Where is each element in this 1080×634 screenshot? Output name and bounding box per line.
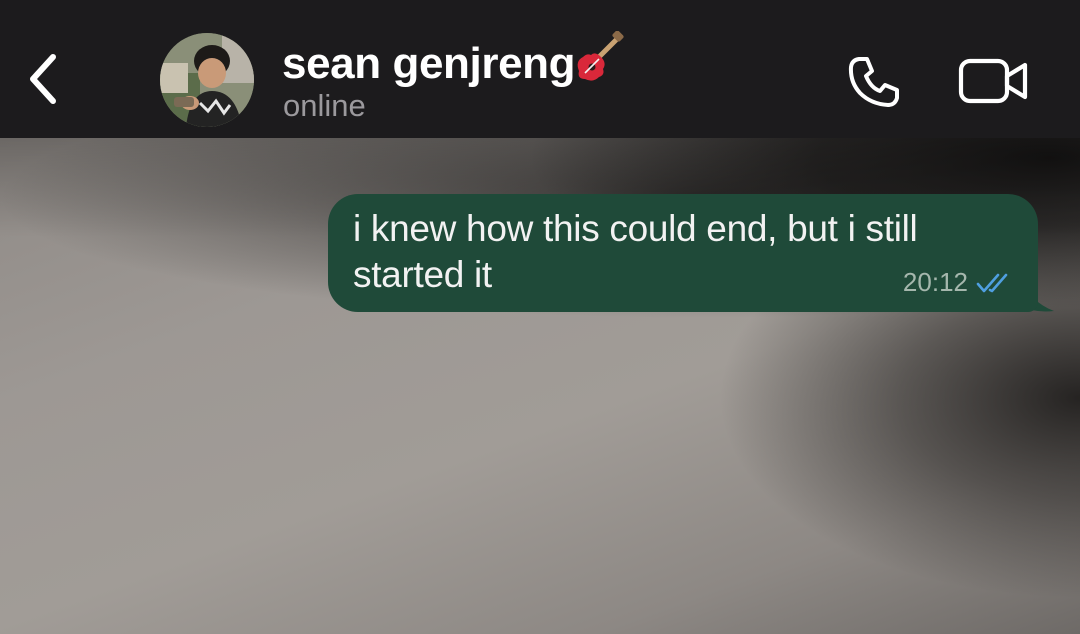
video-call-button[interactable] xyxy=(954,52,1034,110)
guitar-icon xyxy=(577,31,624,81)
back-button[interactable] xyxy=(18,44,68,114)
voice-call-button[interactable] xyxy=(842,50,906,114)
message-timestamp: 20:12 xyxy=(902,267,968,297)
avatar[interactable] xyxy=(160,33,254,127)
contact-name-row[interactable]: sean genjreng xyxy=(282,31,625,92)
video-camera-icon xyxy=(958,58,1028,104)
avatar-photo xyxy=(160,33,254,127)
outgoing-message-bubble[interactable]: i knew how this could end, but i still s… xyxy=(328,194,1038,312)
chat-screen: sean genjreng online i knew how this cou… xyxy=(0,0,1080,634)
chat-header: sean genjreng online xyxy=(0,0,1080,138)
chevron-left-icon xyxy=(30,54,56,104)
phone-icon xyxy=(848,57,899,107)
message-meta: 20:12 xyxy=(903,267,1016,298)
contact-name: sean genjreng xyxy=(282,39,576,88)
double-check-icon xyxy=(976,271,1016,295)
contact-status: online xyxy=(283,88,366,123)
